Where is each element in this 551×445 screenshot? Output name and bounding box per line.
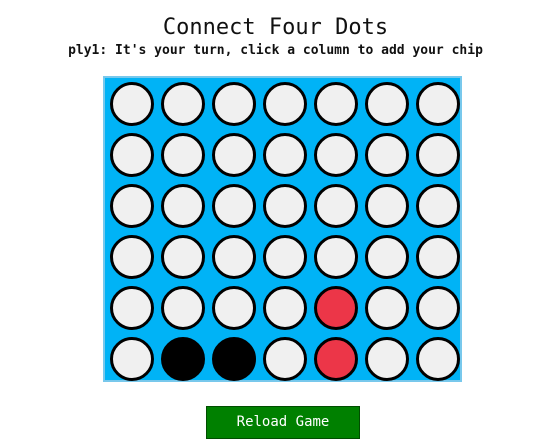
board-cell[interactable] xyxy=(159,182,207,230)
board-cell[interactable] xyxy=(261,182,309,230)
empty-slot xyxy=(263,337,307,381)
empty-slot xyxy=(161,184,205,228)
black-chip xyxy=(212,337,256,381)
red-chip xyxy=(314,337,358,381)
board-cell[interactable] xyxy=(414,233,462,281)
empty-slot xyxy=(416,133,460,177)
empty-slot xyxy=(161,133,205,177)
board-cell[interactable] xyxy=(363,335,411,383)
empty-slot xyxy=(263,286,307,330)
board-cell[interactable] xyxy=(108,182,156,230)
board-cell[interactable] xyxy=(312,233,360,281)
empty-slot xyxy=(416,235,460,279)
board-cell[interactable] xyxy=(108,284,156,332)
empty-slot xyxy=(161,286,205,330)
board-cell[interactable] xyxy=(312,284,360,332)
empty-slot xyxy=(314,133,358,177)
board-cell[interactable] xyxy=(210,131,258,179)
empty-slot xyxy=(416,337,460,381)
board-cell[interactable] xyxy=(414,131,462,179)
board-cell[interactable] xyxy=(312,182,360,230)
board-cell[interactable] xyxy=(414,182,462,230)
board-cell[interactable] xyxy=(210,284,258,332)
empty-slot xyxy=(365,82,409,126)
empty-slot xyxy=(263,82,307,126)
board-cell[interactable] xyxy=(261,233,309,281)
empty-slot xyxy=(416,184,460,228)
empty-slot xyxy=(314,82,358,126)
board-cell[interactable] xyxy=(363,182,411,230)
black-chip xyxy=(161,337,205,381)
board-cell[interactable] xyxy=(363,233,411,281)
board-cell[interactable] xyxy=(108,80,156,128)
board-cell[interactable] xyxy=(363,284,411,332)
board-cell[interactable] xyxy=(363,80,411,128)
empty-slot xyxy=(365,133,409,177)
empty-slot xyxy=(212,286,256,330)
game-board xyxy=(103,76,462,382)
empty-slot xyxy=(365,235,409,279)
board-cell[interactable] xyxy=(108,233,156,281)
empty-slot xyxy=(314,184,358,228)
empty-slot xyxy=(263,184,307,228)
empty-slot xyxy=(161,82,205,126)
empty-slot xyxy=(110,82,154,126)
empty-slot xyxy=(212,82,256,126)
red-chip xyxy=(314,286,358,330)
board-cell[interactable] xyxy=(159,335,207,383)
board-cell[interactable] xyxy=(210,233,258,281)
empty-slot xyxy=(263,235,307,279)
board-cell[interactable] xyxy=(312,131,360,179)
board-cell[interactable] xyxy=(261,80,309,128)
board-cell[interactable] xyxy=(210,80,258,128)
board-cell[interactable] xyxy=(108,131,156,179)
empty-slot xyxy=(212,184,256,228)
board-cell[interactable] xyxy=(159,284,207,332)
board-cell[interactable] xyxy=(108,335,156,383)
board-cell[interactable] xyxy=(210,182,258,230)
board-cell[interactable] xyxy=(312,80,360,128)
turn-status: ply1: It's your turn, click a column to … xyxy=(68,43,483,58)
board-cell[interactable] xyxy=(363,131,411,179)
board-cell[interactable] xyxy=(312,335,360,383)
empty-slot xyxy=(365,286,409,330)
board-cell[interactable] xyxy=(210,335,258,383)
empty-slot xyxy=(365,184,409,228)
board-cell[interactable] xyxy=(261,284,309,332)
empty-slot xyxy=(110,184,154,228)
empty-slot xyxy=(110,337,154,381)
board-cell[interactable] xyxy=(159,233,207,281)
empty-slot xyxy=(365,337,409,381)
empty-slot xyxy=(416,82,460,126)
empty-slot xyxy=(416,286,460,330)
empty-slot xyxy=(263,133,307,177)
empty-slot xyxy=(110,235,154,279)
board-cell[interactable] xyxy=(159,131,207,179)
board-cell[interactable] xyxy=(159,80,207,128)
empty-slot xyxy=(212,235,256,279)
board-cell[interactable] xyxy=(261,335,309,383)
empty-slot xyxy=(110,286,154,330)
empty-slot xyxy=(110,133,154,177)
game-title: Connect Four Dots xyxy=(162,15,389,40)
board-cell[interactable] xyxy=(414,80,462,128)
reload-game-button[interactable]: Reload Game xyxy=(206,406,360,439)
empty-slot xyxy=(212,133,256,177)
board-cell[interactable] xyxy=(414,335,462,383)
empty-slot xyxy=(314,235,358,279)
board-cell[interactable] xyxy=(414,284,462,332)
empty-slot xyxy=(161,235,205,279)
board-cell[interactable] xyxy=(261,131,309,179)
